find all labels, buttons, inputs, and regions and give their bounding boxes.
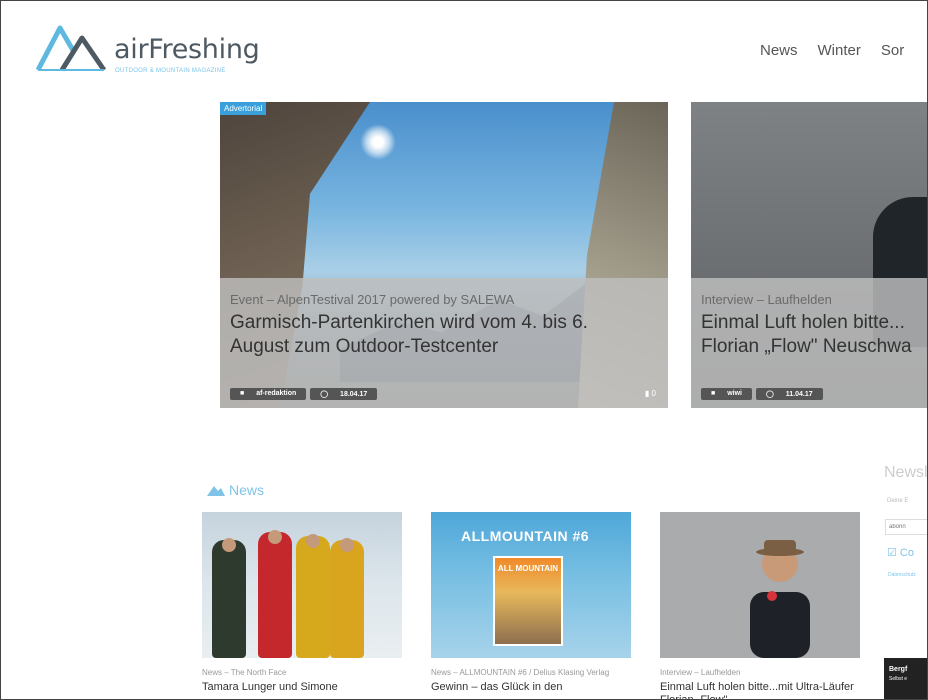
comment-count[interactable]: ▮ 0 — [645, 389, 656, 398]
clock-icon: ◯ — [760, 389, 779, 400]
comment-number: 0 — [651, 389, 656, 398]
mountain-icon — [207, 486, 225, 496]
logo-tagline: OUTDOOR & MOUNTAIN MAGAZINE — [115, 68, 226, 74]
news-card[interactable]: News – The North Face Tamara Lunger und … — [202, 512, 402, 694]
consent-label: Co — [899, 547, 914, 559]
site-logo[interactable]: airFreshing OUTDOOR & MOUNTAIN MAGAZINE — [36, 20, 276, 76]
newsletter-description: Deine E — [887, 498, 909, 504]
climber-figure — [330, 538, 364, 658]
news-section-label: News — [229, 482, 265, 498]
newsletter-email-field[interactable] — [885, 519, 928, 535]
sidebar-promo-box[interactable]: Bergf Selbst e — [884, 658, 928, 700]
newsletter-consent-checkbox[interactable]: ☑ Co — [887, 546, 914, 559]
slide-meta: ■ wiwi ◯ 11.04.17 — [701, 388, 823, 400]
author-name: wiwi — [722, 388, 747, 399]
climber-figure — [258, 530, 292, 658]
date-text: 18.04.17 — [335, 389, 373, 400]
nav-item-sommer[interactable]: Sor — [881, 42, 904, 59]
card-image-magazine[interactable]: ALLMOUNTAIN #6 ALL MOUNTAIN — [431, 512, 631, 658]
date-text: 11.04.17 — [780, 389, 818, 400]
climber-figure — [296, 534, 330, 658]
author-badge[interactable]: ■ af-redaktion — [230, 388, 307, 400]
clock-icon: ◯ — [315, 389, 334, 400]
mountain-logo-icon — [36, 25, 107, 72]
user-icon: ■ — [706, 388, 721, 399]
magazine-title: ALLMOUNTAIN #6 — [461, 528, 590, 544]
date-badge: ◯ 11.04.17 — [755, 388, 823, 400]
slide-category[interactable]: Event – AlpenTestival 2017 powered by SA… — [230, 292, 658, 307]
date-badge: ◯ 18.04.17 — [310, 388, 378, 400]
newsletter-title: Newsl — [884, 464, 928, 481]
user-icon: ■ — [235, 388, 250, 399]
climber-figure — [212, 538, 246, 658]
nav-item-news[interactable]: News — [760, 42, 798, 59]
card-title[interactable]: Gewinn – das Glück in den — [431, 681, 631, 694]
card-category[interactable]: News – The North Face — [202, 668, 402, 678]
author-name: af-redaktion — [251, 388, 302, 399]
slide-caption: Event – AlpenTestival 2017 powered by SA… — [220, 278, 668, 408]
news-card[interactable]: Interview – Laufhelden Einmal Luft holen… — [660, 512, 860, 700]
slide-title-line1[interactable]: Garmisch-Partenkirchen wird vom 4. bis 6… — [230, 311, 658, 335]
slide-title-line1[interactable]: Einmal Luft holen bitte... — [701, 311, 918, 335]
card-title[interactable]: Tamara Lunger und Simone — [202, 681, 402, 694]
magazine-cover-text: ALL MOUNTAIN — [497, 564, 559, 573]
slide-caption: Interview – Laufhelden Einmal Luft holen… — [691, 278, 928, 408]
runner-portrait — [750, 540, 810, 658]
card-title[interactable]: Einmal Luft holen bitte...mit Ultra-Läuf… — [660, 681, 860, 700]
magazine-cover: ALL MOUNTAIN — [493, 556, 563, 646]
nav-item-winter[interactable]: Winter — [818, 42, 861, 59]
card-image-climbers[interactable] — [202, 512, 402, 658]
author-badge[interactable]: ■ wiwi — [701, 388, 752, 400]
logo-text: airFreshing — [114, 34, 260, 65]
promo-title: Bergf — [889, 666, 908, 673]
slider-item-alpentestival[interactable]: Advertorial Event – AlpenTestival 2017 p… — [220, 102, 668, 408]
slide-category[interactable]: Interview – Laufhelden — [701, 292, 918, 307]
news-section-title[interactable]: News — [207, 482, 264, 498]
promo-subtitle: Selbst e — [889, 676, 908, 682]
sun-flare — [360, 124, 396, 160]
card-category[interactable]: News – ALLMOUNTAIN #6 / Delius Klasing V… — [431, 668, 631, 678]
slide-title-line2[interactable]: Florian „Flow" Neuschwa — [701, 335, 918, 359]
slide-meta: ■ af-redaktion ◯ 18.04.17 — [230, 388, 378, 400]
advertorial-badge: Advertorial — [220, 102, 267, 115]
comment-icon: ▮ — [644, 389, 650, 398]
main-nav: News Winter Sor — [760, 42, 904, 59]
card-category[interactable]: Interview – Laufhelden — [660, 668, 860, 678]
news-card[interactable]: ALLMOUNTAIN #6 ALL MOUNTAIN News – ALLMO… — [431, 512, 631, 694]
privacy-link[interactable]: Datenschutz — [888, 572, 916, 578]
slider-item-interview[interactable]: Interview – Laufhelden Einmal Luft holen… — [691, 102, 928, 408]
card-image-runner[interactable] — [660, 512, 860, 658]
slide-title-line2[interactable]: August zum Outdoor-Testcenter — [230, 335, 658, 359]
